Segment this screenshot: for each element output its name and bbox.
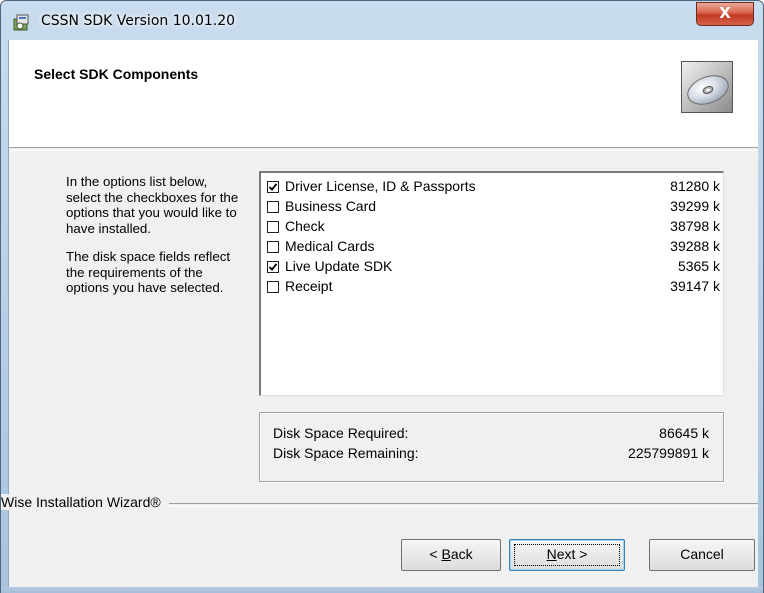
options-list[interactable]: Driver License, ID & Passports 81280 k B… [259,171,724,396]
installer-window: CSSN SDK Version 10.01.20 X Select SDK C… [0,0,764,593]
checkbox-unchecked[interactable] [267,221,279,233]
option-label: Receipt [285,278,333,294]
option-check[interactable]: Check 38798 k [265,217,720,237]
instructions-text: In the options list below, select the ch… [66,174,241,309]
next-accelerator: N [546,546,557,562]
option-label: Driver License, ID & Passports [285,178,476,194]
checkbox-unchecked[interactable] [267,201,279,213]
header-divider [9,147,758,151]
cancel-button[interactable]: Cancel [649,539,755,571]
disk-space-required-label: Disk Space Required: [273,425,409,441]
option-label: Check [285,218,325,234]
option-size: 39288 k [670,238,720,254]
checkbox-unchecked[interactable] [267,281,279,293]
option-label: Medical Cards [285,238,375,254]
checkbox-unchecked[interactable] [267,241,279,253]
option-size: 81280 k [670,178,720,194]
option-label: Live Update SDK [285,258,393,274]
back-label: ack [450,546,473,562]
option-driver-license[interactable]: Driver License, ID & Passports 81280 k [265,177,720,197]
next-button[interactable]: Next > [509,539,625,571]
back-button[interactable]: < Back [401,539,501,571]
checkbox-checked[interactable] [267,181,279,193]
option-size: 39147 k [670,278,720,294]
instructions-paragraph-2: The disk space fields reflect the requir… [66,249,231,295]
footer-divider [169,503,758,507]
next-text: Next > [547,546,588,562]
disk-space-box: Disk Space Required: 86645 k Disk Space … [259,412,724,482]
page-title: Select SDK Components [34,66,199,82]
close-button[interactable]: X [696,2,754,26]
window-bottom-frame [1,587,763,593]
option-size: 38798 k [670,218,720,234]
disk-space-required-value: 86645 k [659,425,709,441]
disk-space-remaining-label: Disk Space Remaining: [273,445,419,461]
window-title: CSSN SDK Version 10.01.20 [41,13,236,29]
checkbox-checked[interactable] [267,261,279,273]
disk-space-remaining-value: 225799891 k [628,445,709,461]
instructions-paragraph-1: In the options list below, select the ch… [66,174,239,236]
option-business-card[interactable]: Business Card 39299 k [265,197,720,217]
installer-icon [12,13,32,33]
header-panel: Select SDK Components [9,40,758,147]
footer-brand-label: Wise Installation Wizard® [1,494,165,510]
cd-disc-icon [681,61,733,113]
option-receipt[interactable]: Receipt 39147 k [265,277,720,297]
next-label: ext > [556,546,588,562]
option-medical-cards[interactable]: Medical Cards 39288 k [265,237,720,257]
option-live-update-sdk[interactable]: Live Update SDK 5365 k [265,257,720,277]
option-size: 39299 k [670,198,720,214]
dialog-client: Select SDK Components In the options lis… [1,40,758,587]
disk-space-required-row: Disk Space Required: 86645 k [273,425,709,445]
title-bar[interactable]: CSSN SDK Version 10.01.20 X [1,1,763,41]
option-size: 5365 k [677,258,720,274]
back-prefix: < [429,546,442,562]
disk-space-remaining-row: Disk Space Remaining: 225799891 k [273,445,709,465]
option-label: Business Card [285,198,377,214]
back-accelerator: B [441,546,451,562]
